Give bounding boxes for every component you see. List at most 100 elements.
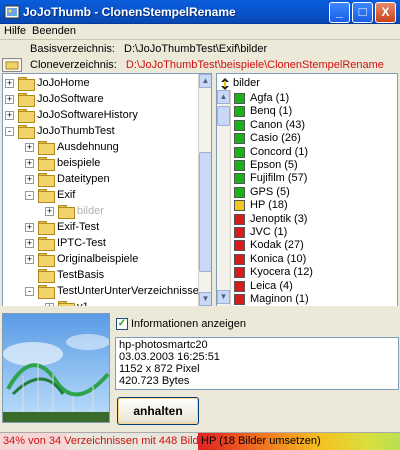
image-info-box: hp-photosmartc20 03.03.2003 16:25:51 115… [115, 337, 399, 390]
collapse-icon[interactable]: - [25, 191, 34, 200]
tree-item-label: Exif-Test [57, 221, 100, 233]
expand-icon[interactable]: + [25, 175, 34, 184]
status-square-icon [234, 160, 245, 171]
info-line: 1152 x 872 Pixel [119, 363, 200, 375]
tree-scroll-thumb[interactable] [199, 152, 211, 272]
folder-icon [18, 77, 35, 91]
expand-icon[interactable]: + [5, 111, 14, 120]
tree-item[interactable]: + JoJoSoftwareHistory [3, 107, 198, 123]
expand-icon[interactable]: + [25, 223, 34, 232]
splitter[interactable] [0, 306, 400, 311]
list-scroll-thumb[interactable] [217, 106, 230, 126]
info-line: hp-photosmartc20 [119, 339, 208, 351]
folder-tree[interactable]: + JoJoHome + JoJoSoftware + JoJoSoftwareHisto… [2, 73, 212, 307]
tree-scrollbar[interactable]: ▲ ▼ [198, 74, 211, 306]
folder-icon [18, 109, 35, 123]
tree-item-label: TestBasis [57, 269, 105, 281]
expand-icon[interactable]: + [45, 207, 54, 216]
tree-item[interactable]: + Originalbeispiele [3, 251, 198, 267]
camera-list[interactable]: bilder Agfa (1) Benq (1) Canon (43) Casio (… [216, 73, 398, 307]
menu-hilfe[interactable]: Hilfe [4, 25, 26, 37]
tree-item-label: Exif [57, 189, 76, 201]
tree-item[interactable]: + bilder [3, 203, 198, 219]
menu-beenden[interactable]: Beenden [32, 25, 76, 37]
list-header-label: bilder [233, 77, 260, 89]
rollercoaster-photo [3, 314, 109, 422]
list-scroll-down-icon[interactable]: ▼ [217, 290, 230, 304]
clone-path-row: Cloneverzeichnis: D:\JoJoThumbTest\beisp… [30, 59, 384, 73]
info-line: 03.03.2003 16:25:51 [119, 351, 220, 363]
base-path-value: D:\JoJoThumbTest\Exif\bilder [124, 43, 268, 55]
list-item-label: Maginon (1) [250, 293, 309, 305]
expand-icon[interactable]: + [5, 95, 14, 104]
folder-browse-icon [5, 61, 19, 70]
collapse-icon[interactable]: - [25, 287, 34, 296]
tree-item[interactable]: + Dateitypen [3, 171, 198, 187]
tree-item[interactable]: + Exif-Test [3, 219, 198, 235]
collapse-icon[interactable]: - [5, 127, 14, 136]
list-item[interactable]: Maginon (1) [233, 292, 397, 306]
tree-item[interactable]: - JoJoThumbTest [3, 123, 198, 139]
menu-bar: Hilfe Beenden [0, 24, 400, 40]
tree-item[interactable]: TestBasis [3, 267, 198, 283]
folder-icon [38, 237, 55, 251]
folder-icon [18, 125, 35, 139]
list-scrollbar[interactable]: ▲ ▼ [217, 90, 231, 306]
expand-icon[interactable]: + [25, 255, 34, 264]
status-square-icon [234, 93, 245, 104]
expand-icon[interactable]: + [25, 159, 34, 168]
tree-item-label: beispiele [57, 157, 101, 169]
status-square-icon [234, 267, 245, 279]
scroll-up-icon[interactable]: ▲ [199, 74, 211, 88]
folder-icon [38, 173, 55, 187]
clone-path-value: D:\JoJoThumbTest\beispiele\ClonenStempel… [125, 59, 384, 71]
expand-icon[interactable]: + [25, 239, 34, 248]
status-square-icon [234, 240, 245, 252]
browse-folder-button[interactable] [2, 58, 22, 72]
tree-item[interactable]: + JoJoHome [3, 75, 198, 91]
status-square-icon [234, 146, 245, 158]
status-square-icon [234, 173, 245, 185]
expand-icon[interactable]: + [25, 143, 34, 152]
tree-item[interactable]: + beispiele [3, 155, 198, 171]
tree-item[interactable]: - TestUnterUnterVerzeichnisse [3, 283, 199, 299]
tree-item-label: JoJoSoftwareHistory [37, 109, 138, 121]
folder-icon [38, 221, 55, 235]
status-square-icon [234, 227, 245, 238]
list-scroll-up-icon[interactable]: ▲ [217, 90, 230, 104]
tree-item-label: Ausdehnung [57, 141, 119, 153]
folder-icon [58, 205, 75, 219]
base-path-label: Basisverzeichnis: [30, 43, 115, 55]
status-square-icon [234, 213, 245, 225]
status-square-icon [234, 133, 245, 145]
tree-item[interactable]: + IPTC-Test [3, 235, 198, 251]
folder-icon [38, 285, 55, 299]
status-square-icon [234, 294, 245, 305]
tree-item-label: IPTC-Test [57, 237, 106, 249]
close-button[interactable]: X [375, 2, 396, 23]
scroll-down-icon[interactable]: ▼ [199, 292, 211, 306]
maximize-button[interactable]: □ [352, 2, 373, 23]
title-bar[interactable]: JoJoThumb - ClonenStempelRename _ □ X [0, 0, 400, 24]
status-square-icon [234, 253, 245, 265]
status-square-icon [234, 280, 245, 292]
folder-icon [38, 269, 55, 283]
window-title: JoJoThumb - ClonenStempelRename [23, 5, 236, 19]
tree-item-label: bilder [77, 205, 104, 217]
tree-item-label: Dateitypen [57, 173, 110, 185]
minimize-button[interactable]: _ [329, 2, 350, 23]
stop-button[interactable]: anhalten [117, 397, 199, 425]
tree-item-label: Originalbeispiele [57, 253, 139, 265]
status-square-icon [234, 186, 245, 198]
tree-item[interactable]: - Exif [3, 187, 198, 203]
tree-item[interactable]: + Ausdehnung [3, 139, 198, 155]
show-info-checkbox[interactable]: ✓ [116, 318, 128, 330]
tree-item-label: JoJoHome [37, 77, 90, 89]
status-progress-left: 34% von 34 Verzeichnissen mit 448 Bilder… [0, 432, 215, 450]
status-square-icon [234, 106, 245, 118]
expand-icon[interactable]: + [5, 79, 14, 88]
tree-item[interactable]: + JoJoSoftware [3, 91, 198, 107]
folder-icon [38, 141, 55, 155]
status-square-icon [234, 119, 245, 131]
status-right-text: HP (18 Bilder umsetzen) [201, 435, 321, 447]
